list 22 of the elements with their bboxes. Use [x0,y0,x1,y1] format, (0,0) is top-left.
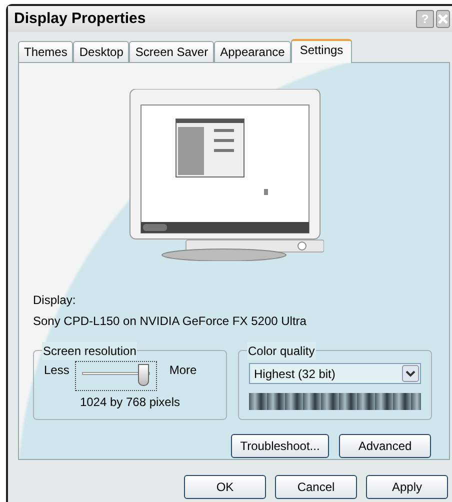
color-quality-dropdown[interactable]: Highest (32 bit) [249,363,421,384]
group-title: Color quality [247,342,316,360]
window-title: Display Properties [14,8,146,29]
more-label: More [169,362,197,379]
tab[interactable]: Desktop [73,41,130,62]
close-icon[interactable] [436,10,450,28]
tab[interactable]: Settings [290,39,352,63]
display-device: Sony CPD-L150 on NVIDIA GeForce FX 5200 Ultra [33,313,308,330]
dialog-button[interactable]: Cancel [275,475,357,499]
slider-thumb[interactable] [138,364,150,386]
group-title: Screen resolution [42,342,138,360]
resolution-reading: 1024 by 768 pixels [80,394,180,411]
less-label: Less [44,362,70,379]
tab[interactable]: Screen Saver [129,41,214,62]
dialog-button[interactable]: Apply [366,475,448,499]
tab[interactable]: Themes [18,41,74,62]
tab[interactable]: Appearance [214,41,291,62]
display-label: Display: [33,292,77,309]
dialog-button[interactable]: Advanced [339,434,431,458]
dialog-button[interactable]: OK [184,475,266,499]
resolution-slider[interactable] [75,361,158,391]
dialog-button[interactable]: Troubleshoot... [231,434,329,458]
